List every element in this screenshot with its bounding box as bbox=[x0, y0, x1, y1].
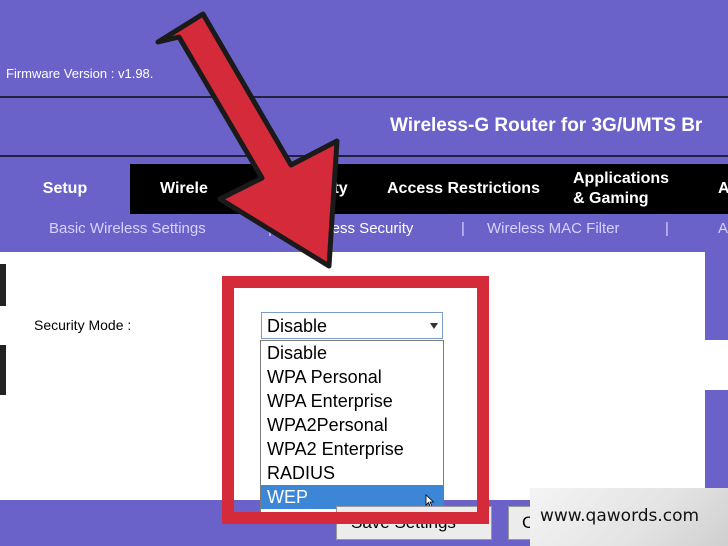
subtab-separator: | bbox=[268, 220, 272, 237]
watermark: www.qawords.com bbox=[530, 488, 728, 546]
tab-access-restrictions[interactable]: Access Restrictions bbox=[387, 164, 540, 214]
subtab-separator: | bbox=[665, 220, 669, 237]
right-side-panel-gap bbox=[705, 340, 728, 390]
tab-setup[interactable]: Setup bbox=[0, 164, 130, 214]
subtab-wireless-security[interactable]: eless Security bbox=[320, 220, 413, 237]
option-wpa2-enterprise[interactable]: WPA2 Enterprise bbox=[261, 437, 443, 461]
product-title: Wireless-G Router for 3G/UMTS Br bbox=[390, 115, 703, 136]
option-wpa2-personal[interactable]: WPA2Personal bbox=[261, 413, 443, 437]
title-band: Wireless-G Router for 3G/UMTS Br bbox=[0, 96, 728, 157]
tab-applications-label-line2: & Gaming bbox=[573, 190, 649, 207]
security-mode-value: Disable bbox=[267, 316, 328, 336]
left-divider bbox=[0, 345, 6, 395]
sub-nav: Basic Wireless Settings | eless Security… bbox=[0, 214, 728, 244]
subtab-mac-filter[interactable]: Wireless MAC Filter bbox=[487, 220, 620, 237]
tab-more-label: A bbox=[718, 180, 728, 197]
tab-security[interactable]: urity bbox=[313, 164, 348, 214]
option-wpa-enterprise[interactable]: WPA Enterprise bbox=[261, 389, 443, 413]
option-wep-label: WEP bbox=[267, 487, 309, 507]
tab-setup-label: Setup bbox=[42, 180, 88, 197]
option-wpa-personal[interactable]: WPA Personal bbox=[261, 365, 443, 389]
tab-more[interactable]: A bbox=[718, 164, 728, 214]
main-nav: Setup Wirele urity Access Restrictions A… bbox=[0, 164, 728, 214]
tab-access-restrictions-label: Access Restrictions bbox=[387, 180, 540, 197]
firmware-version: Firmware Version : v1.98. bbox=[6, 66, 154, 81]
security-mode-select[interactable]: Disable bbox=[261, 312, 443, 339]
watermark-text: www.qawords.com bbox=[540, 506, 700, 526]
tab-applications-label-line1: Applications bbox=[573, 170, 670, 187]
subtab-basic-wireless[interactable]: Basic Wireless Settings bbox=[49, 220, 206, 237]
security-mode-dropdown: Disable WPA Personal WPA Enterprise WPA2… bbox=[260, 340, 444, 514]
option-disable[interactable]: Disable bbox=[261, 341, 443, 365]
subtab-more[interactable]: A bbox=[718, 220, 728, 237]
chevron-down-icon[interactable] bbox=[425, 313, 442, 338]
tab-wireless[interactable]: Wirele bbox=[160, 164, 208, 214]
save-settings-button[interactable]: Save Settings bbox=[336, 506, 492, 540]
subtab-separator: | bbox=[461, 220, 465, 237]
security-mode-label: Security Mode : bbox=[34, 317, 132, 333]
option-radius[interactable]: RADIUS bbox=[261, 461, 443, 485]
tab-wireless-label: Wirele bbox=[160, 180, 208, 197]
left-divider bbox=[0, 264, 6, 306]
tab-applications-gaming[interactable]: Applications & Gaming bbox=[573, 164, 669, 214]
tab-security-label: urity bbox=[313, 180, 348, 197]
